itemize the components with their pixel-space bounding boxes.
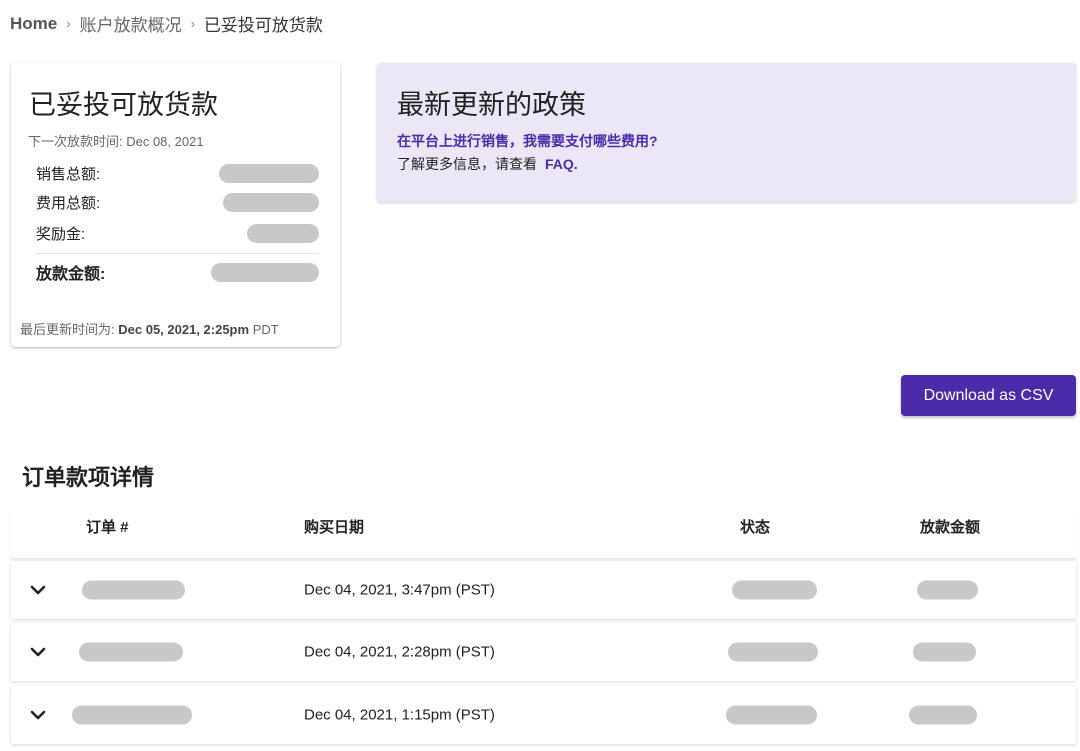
faq-link[interactable]: FAQ. bbox=[545, 156, 578, 172]
policy-update-card: 最新更新的政策 在平台上进行销售，我需要支付哪些费用? 了解更多信息，请查看 FA… bbox=[377, 63, 1076, 202]
orders-title: 订单款项详情 bbox=[22, 465, 155, 490]
policy-title: 最新更新的政策 bbox=[397, 90, 586, 120]
chevron-down-icon[interactable] bbox=[28, 708, 48, 722]
redacted-value bbox=[223, 193, 319, 212]
bonus-label: 奖励金: bbox=[36, 226, 86, 243]
purchase-date: Dec 04, 2021, 2:28pm (PST) bbox=[304, 643, 495, 661]
breadcrumb-home-link[interactable]: Home bbox=[10, 14, 57, 34]
orders-table-header: 订单 # 购买日期 状态 放款金额 bbox=[11, 508, 1076, 559]
redacted-payout-amount bbox=[913, 642, 976, 662]
more-info-text: 了解更多信息，请查看 bbox=[397, 156, 537, 172]
chevron-right-icon: › bbox=[66, 16, 71, 31]
policy-more-info: 了解更多信息，请查看 FAQ. bbox=[397, 154, 578, 174]
summary-divider bbox=[36, 253, 319, 254]
breadcrumb: Home › 账户放款概况 › 已妥投可放货款 bbox=[10, 11, 323, 36]
redacted-value bbox=[247, 224, 319, 243]
chevron-down-icon[interactable] bbox=[28, 645, 48, 659]
download-csv-button[interactable]: Download as CSV bbox=[901, 375, 1076, 416]
redacted-value bbox=[211, 262, 319, 282]
last-updated-time: Dec 05, 2021, 2:25pm bbox=[118, 322, 250, 337]
purchase-date: Dec 04, 2021, 1:15pm (PST) bbox=[304, 706, 495, 724]
redacted-status bbox=[726, 705, 817, 725]
redacted-payout-amount bbox=[917, 580, 978, 600]
redacted-order-number bbox=[72, 705, 192, 725]
page: Home › 账户放款概况 › 已妥投可放货款 已妥投可放货款 下一次放款时间:… bbox=[0, 0, 1080, 751]
table-row[interactable]: Dec 04, 2021, 2:28pm (PST) bbox=[11, 623, 1076, 681]
column-header-purchase-date: 购买日期 bbox=[304, 519, 365, 536]
fees-total-label: 费用总额: bbox=[36, 195, 101, 212]
column-header-order-number: 订单 # bbox=[86, 519, 129, 536]
payout-amount-row: 放款金额: bbox=[36, 260, 319, 284]
last-updated: 最后更新时间为: Dec 05, 2021, 2:25pm PDT bbox=[20, 319, 279, 338]
redacted-order-number bbox=[79, 642, 183, 662]
bonus-row: 奖励金: bbox=[36, 223, 319, 244]
chevron-right-icon: › bbox=[190, 16, 195, 31]
redacted-order-number bbox=[82, 580, 185, 600]
redacted-payout-amount bbox=[909, 705, 977, 725]
redacted-status bbox=[728, 642, 818, 662]
breadcrumb-account-overview-link[interactable]: 账户放款概况 bbox=[80, 11, 182, 36]
column-header-payout-amount: 放款金额 bbox=[920, 519, 981, 536]
purchase-date: Dec 04, 2021, 3:47pm (PST) bbox=[304, 581, 495, 599]
sales-total-row: 销售总额: bbox=[36, 163, 319, 184]
sales-total-label: 销售总额: bbox=[36, 166, 101, 183]
payout-summary-card: 已妥投可放货款 下一次放款时间: Dec 08, 2021 销售总额: 费用总额… bbox=[11, 62, 340, 347]
payout-amount-label: 放款金额: bbox=[36, 266, 106, 283]
fees-question-link[interactable]: 在平台上进行销售，我需要支付哪些费用? bbox=[397, 131, 658, 151]
redacted-status bbox=[732, 580, 817, 600]
table-row[interactable]: Dec 04, 2021, 1:15pm (PST) bbox=[11, 686, 1076, 744]
order-details-section: 订单款项详情 订单 # 购买日期 状态 放款金额 Dec 04, 2021, 3… bbox=[11, 440, 1076, 751]
summary-title: 已妥投可放货款 bbox=[29, 90, 218, 120]
breadcrumb-current-page: 已妥投可放货款 bbox=[203, 16, 323, 35]
fees-total-row: 费用总额: bbox=[36, 192, 319, 213]
table-row[interactable]: Dec 04, 2021, 3:47pm (PST) bbox=[11, 561, 1076, 619]
chevron-down-icon[interactable] bbox=[28, 583, 48, 597]
column-header-status: 状态 bbox=[740, 519, 771, 536]
redacted-value bbox=[219, 164, 319, 183]
next-payout-date: 下一次放款时间: Dec 08, 2021 bbox=[28, 134, 204, 149]
last-updated-timezone: PDT bbox=[252, 322, 279, 337]
last-updated-label: 最后更新时间为: bbox=[20, 322, 115, 337]
